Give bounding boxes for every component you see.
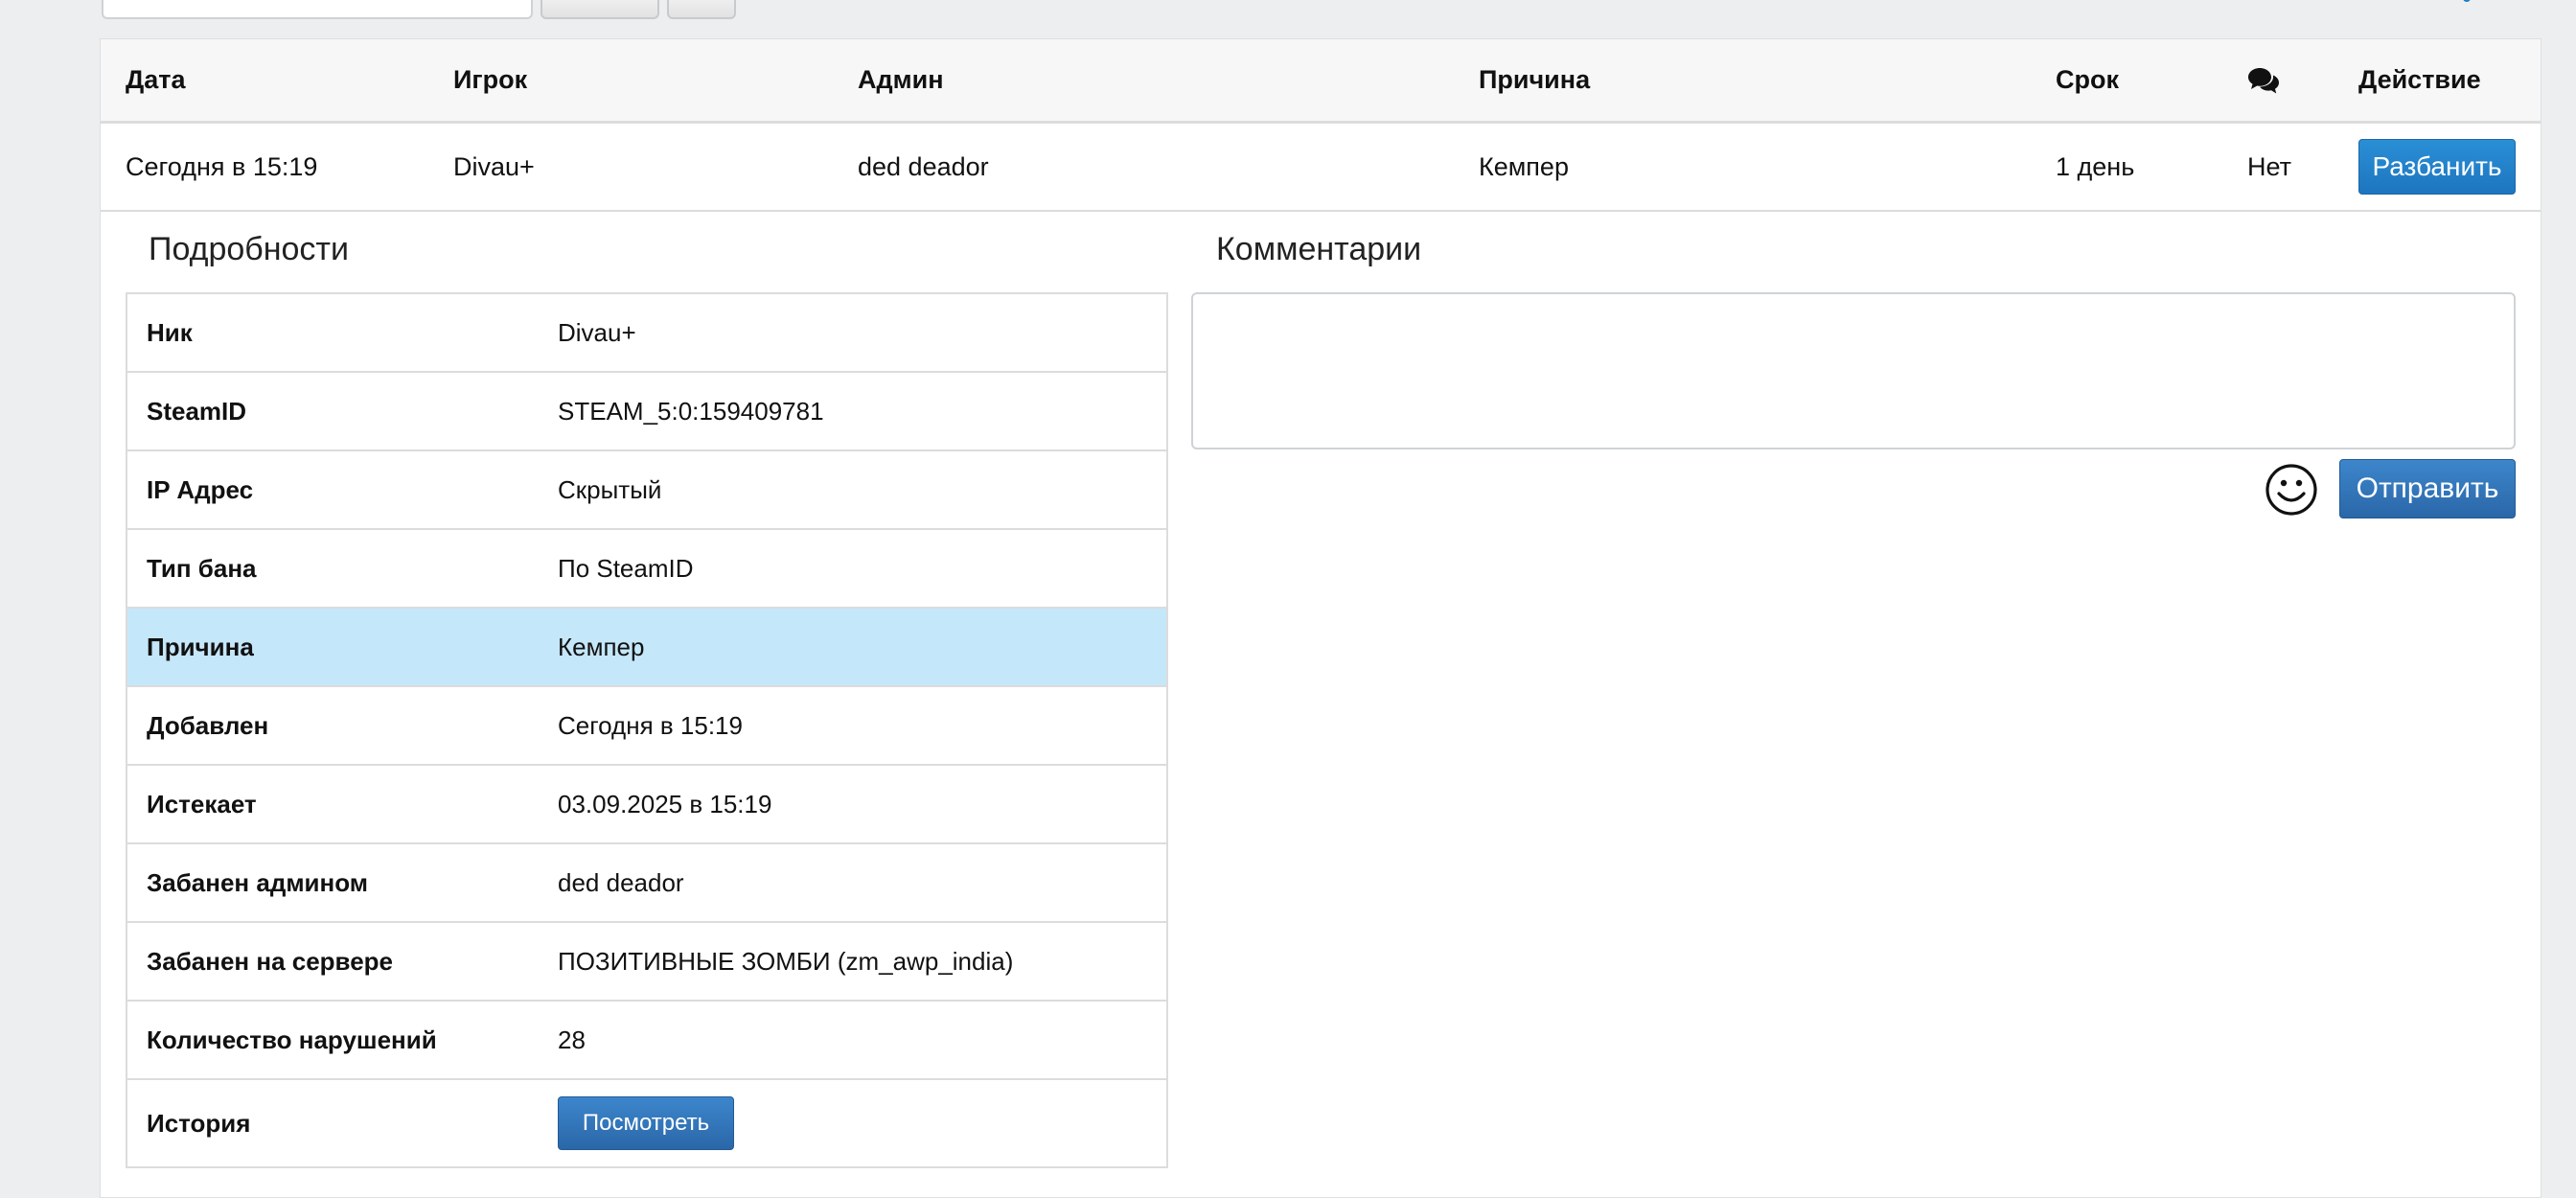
header-reason[interactable]: Причина [1479, 39, 1590, 121]
top-search-input[interactable] [102, 0, 533, 19]
details-label: Ник [147, 317, 193, 347]
row-admin: ded deador [858, 151, 989, 181]
details-row-banned-by: Забанен админом ded deador [127, 844, 1166, 923]
row-reason: Кемпер [1479, 151, 1569, 181]
details-value: 28 [558, 1025, 586, 1054]
details-value: Посмотреть [558, 1096, 734, 1150]
bans-table-header: Дата Игрок Админ Причина Срок Действие [101, 39, 2541, 124]
details-label: Забанен на сервере [147, 946, 393, 976]
details-title: Подробности [149, 231, 349, 267]
details-value: ded deador [558, 867, 684, 897]
details-row-steamid: SteamID STEAM_5:0:159409781 [127, 373, 1166, 451]
details-row-added: Добавлен Сегодня в 15:19 [127, 687, 1166, 766]
details-row-history: История Посмотреть [127, 1080, 1166, 1166]
details-table: Ник Divau+ SteamID STEAM_5:0:159409781 I… [126, 292, 1168, 1168]
details-row-violations: Количество нарушений 28 [127, 1002, 1166, 1080]
details-row-ip: IP Адрес Скрытый [127, 451, 1166, 530]
send-comment-button[interactable]: Отправить [2339, 459, 2516, 518]
top-reset-button[interactable] [667, 0, 736, 19]
view-history-button[interactable]: Посмотреть [558, 1096, 734, 1150]
details-value: 03.09.2025 в 15:19 [558, 789, 772, 818]
comments-icon [2247, 39, 2280, 121]
details-value: Divau+ [558, 317, 636, 347]
details-value: По SteamID [558, 553, 694, 583]
details-row-nick: Ник Divau+ [127, 294, 1166, 373]
top-search-button[interactable] [540, 0, 659, 19]
details-label: Добавлен [147, 710, 269, 740]
header-date[interactable]: Дата [126, 39, 186, 121]
details-label: Количество нарушений [147, 1025, 437, 1054]
details-label: История [147, 1108, 251, 1138]
details-value: Кемпер [558, 632, 645, 661]
top-right-link-stub[interactable] [2463, 0, 2471, 2]
details-label: SteamID [147, 396, 247, 426]
header-player[interactable]: Игрок [453, 39, 527, 121]
header-action: Действие [2358, 65, 2481, 94]
header-admin[interactable]: Админ [858, 39, 944, 121]
unban-button[interactable]: Разбанить [2358, 139, 2516, 195]
details-value: Скрытый [558, 474, 662, 504]
details-value: STEAM_5:0:159409781 [558, 396, 824, 426]
details-label: Истекает [147, 789, 257, 818]
header-term[interactable]: Срок [2056, 39, 2119, 121]
row-date: Сегодня в 15:19 [126, 151, 318, 181]
comments-title: Комментарии [1216, 231, 1422, 267]
row-player: Divau+ [453, 151, 535, 181]
details-label: Причина [147, 632, 254, 661]
row-action-cell: Разбанить [2358, 124, 2516, 210]
details-label: Тип бана [147, 553, 257, 583]
details-row-reason: Причина Кемпер [127, 609, 1166, 687]
table-row[interactable]: Сегодня в 15:19 Divau+ ded deador Кемпер… [101, 124, 2541, 212]
smiley-icon[interactable] [2265, 463, 2318, 517]
details-row-server: Забанен на сервере ПОЗИТИВНЫЕ ЗОМБИ (zm_… [127, 923, 1166, 1002]
details-value: ПОЗИТИВНЫЕ ЗОМБИ (zm_awp_india) [558, 946, 1014, 976]
details-label: IP Адрес [147, 474, 254, 504]
details-row-ban-type: Тип бана По SteamID [127, 530, 1166, 609]
details-value: Сегодня в 15:19 [558, 710, 743, 740]
row-comments: Нет [2247, 151, 2291, 181]
details-row-expires: Истекает 03.09.2025 в 15:19 [127, 766, 1166, 844]
bans-panel: Дата Игрок Админ Причина Срок Действие С… [100, 38, 2542, 1198]
row-term: 1 день [2056, 151, 2135, 181]
details-label: Забанен админом [147, 867, 369, 897]
comment-input[interactable] [1191, 292, 2516, 449]
